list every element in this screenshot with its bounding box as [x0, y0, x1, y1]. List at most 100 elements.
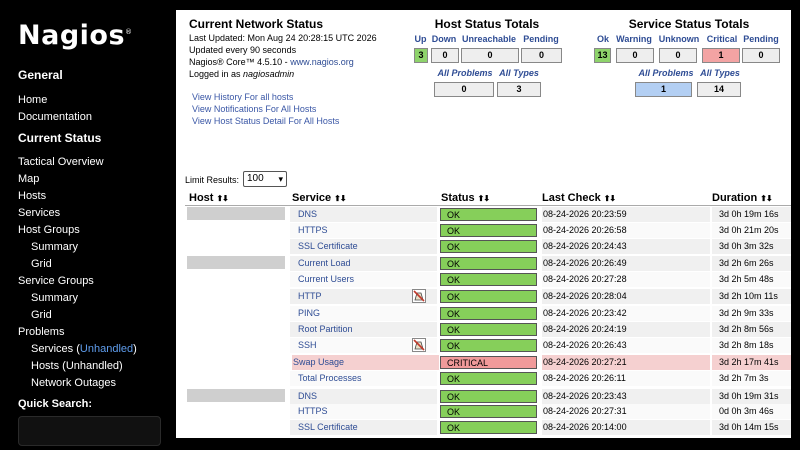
svc-head-critical[interactable]: Critical [703, 34, 741, 44]
svc-types-count[interactable]: 14 [697, 82, 741, 97]
view-history-link[interactable]: View History For all hosts [192, 92, 293, 102]
svc-warning-count[interactable]: 0 [616, 48, 654, 63]
col-duration[interactable]: Duration ⬆⬇ [712, 192, 773, 204]
host-unreachable-count[interactable]: 0 [461, 48, 519, 63]
status-badge: OK [440, 307, 537, 320]
sort-arrows-icon[interactable]: ⬆⬇ [604, 194, 616, 203]
col-host[interactable]: Host ⬆⬇ [189, 192, 229, 204]
sort-arrows-icon[interactable]: ⬆⬇ [334, 194, 346, 203]
service-link[interactable]: DNS [290, 207, 437, 222]
nav-problems-hosts[interactable]: Hosts (Unhandled) [31, 360, 123, 372]
service-link[interactable]: HTTPS [290, 223, 437, 238]
sort-arrows-icon[interactable]: ⬆⬇ [760, 194, 772, 203]
last-check: 08-24-2026 20:28:04 [542, 289, 710, 304]
header-divider [185, 205, 791, 206]
svc-all-types-link[interactable]: All Types [697, 68, 743, 78]
service-link[interactable]: Current Load [290, 256, 437, 271]
svc-unknown-count[interactable]: 0 [659, 48, 697, 63]
nav-hosts[interactable]: Hosts [18, 190, 46, 202]
view-notifications-link[interactable]: View Notifications For All Hosts [192, 104, 316, 114]
service-totals-title: Service Status Totals [628, 17, 750, 31]
sort-arrows-icon[interactable]: ⬆⬇ [216, 194, 228, 203]
quick-search-input[interactable] [18, 416, 161, 446]
svc-head-pending[interactable]: Pending [741, 34, 781, 44]
service-link[interactable]: Swap Usage [292, 355, 439, 370]
duration: 3d 2h 9m 33s [712, 306, 791, 321]
nav-network-outages[interactable]: Network Outages [31, 377, 116, 389]
svc-all-problems-link[interactable]: All Problems [635, 68, 697, 78]
svc-ok-count[interactable]: 13 [594, 48, 611, 63]
view-host-status-link[interactable]: View Host Status Detail For All Hosts [192, 116, 339, 126]
svc-head-warning[interactable]: Warning [613, 34, 655, 44]
nav-documentation[interactable]: Documentation [18, 111, 92, 123]
host-down-count[interactable]: 0 [431, 48, 459, 63]
host-head-pending[interactable]: Pending [519, 34, 563, 44]
limit-results-label: Limit Results: [185, 175, 240, 185]
duration: 3d 2h 8m 18s [712, 338, 791, 353]
service-link[interactable]: PING [290, 306, 437, 321]
core-version-text: Nagios® Core™ 4.5.10 - [189, 57, 291, 67]
host-cell[interactable] [187, 389, 285, 402]
nav-map[interactable]: Map [18, 173, 39, 185]
service-link[interactable]: Current Users [290, 272, 437, 287]
nagios-org-link[interactable]: www.nagios.org [290, 57, 354, 67]
host-pending-count[interactable]: 0 [521, 48, 562, 63]
svc-head-ok[interactable]: Ok [593, 34, 613, 44]
svc-pending-count[interactable]: 0 [742, 48, 780, 63]
status-badge: OK [440, 405, 537, 418]
host-cell[interactable] [187, 207, 285, 220]
host-all-problems-link[interactable]: All Problems [434, 68, 496, 78]
chevron-down-icon: ▾ [278, 174, 283, 184]
host-up-count[interactable]: 3 [414, 48, 428, 63]
service-link[interactable]: Total Processes [290, 371, 437, 386]
svc-problems-count[interactable]: 1 [635, 82, 692, 97]
col-service[interactable]: Service ⬆⬇ [292, 192, 347, 204]
nav-service-groups-grid[interactable]: Grid [31, 309, 52, 321]
service-link[interactable]: Root Partition [290, 322, 437, 337]
host-head-down[interactable]: Down [429, 34, 459, 44]
service-link[interactable]: DNS [290, 389, 437, 404]
nav-host-groups-grid[interactable]: Grid [31, 258, 52, 270]
nav-services[interactable]: Services [18, 207, 60, 219]
nav-host-groups[interactable]: Host Groups [18, 224, 80, 236]
nav-service-groups[interactable]: Service Groups [18, 275, 94, 287]
duration: 3d 0h 3m 32s [712, 239, 791, 254]
service-link[interactable]: SSL Certificate [290, 239, 437, 254]
notifications-disabled-icon[interactable] [412, 338, 426, 352]
logged-in: Logged in as nagiosadmin [189, 69, 294, 79]
service-link[interactable]: SSL Certificate [290, 420, 437, 435]
svc-critical-count[interactable]: 1 [702, 48, 740, 63]
last-check: 08-24-2026 20:23:42 [542, 306, 710, 321]
host-head-up[interactable]: Up [412, 34, 429, 44]
host-cell[interactable] [187, 256, 285, 269]
table-row: PING OK 08-24-2026 20:23:42 3d 2h 9m 33s [185, 306, 791, 322]
host-problems-count[interactable]: 0 [434, 82, 494, 97]
sort-arrows-icon[interactable]: ⬆⬇ [478, 194, 490, 203]
table-row: HTTP OK 08-24-2026 20:28:04 3d 2h 10m 11… [185, 289, 791, 305]
col-last-check[interactable]: Last Check ⬆⬇ [542, 192, 616, 204]
nagios-logo[interactable]: Nagios® [18, 20, 133, 51]
service-link[interactable]: HTTPS [290, 404, 437, 419]
nav-problems-services-unhandled[interactable]: Unhandled [80, 343, 133, 355]
notifications-disabled-icon[interactable] [412, 289, 426, 303]
col-status[interactable]: Status ⬆⬇ [441, 192, 490, 204]
nav-host-groups-summary[interactable]: Summary [31, 241, 78, 253]
svc-head-unknown[interactable]: Unknown [655, 34, 703, 44]
last-check: 08-24-2026 20:26:49 [542, 256, 710, 271]
nav-service-groups-summary[interactable]: Summary [31, 292, 78, 304]
nav-tactical-overview[interactable]: Tactical Overview [18, 156, 104, 168]
limit-results-select[interactable]: 100 ▾ [243, 171, 287, 187]
host-all-types-link[interactable]: All Types [496, 68, 542, 78]
host-head-unreachable[interactable]: Unreachable [459, 34, 519, 44]
host-types-count[interactable]: 3 [497, 82, 541, 97]
nav-home[interactable]: Home [18, 94, 47, 106]
core-version: Nagios® Core™ 4.5.10 - www.nagios.org [189, 57, 354, 67]
table-row: HTTPS OK 08-24-2026 20:26:58 3d 0h 21m 2… [185, 223, 791, 239]
duration: 3d 2h 17m 41s [712, 355, 791, 370]
table-row: DNS OK 08-24-2026 20:23:43 3d 0h 19m 31s [185, 389, 791, 405]
last-check: 08-24-2026 20:24:19 [542, 322, 710, 337]
col-service-label: Service [292, 192, 332, 204]
table-row: Current Users OK 08-24-2026 20:27:28 3d … [185, 272, 791, 288]
nav-problems[interactable]: Problems [18, 326, 64, 338]
nav-problems-services[interactable]: Services (Unhandled) [31, 343, 137, 355]
